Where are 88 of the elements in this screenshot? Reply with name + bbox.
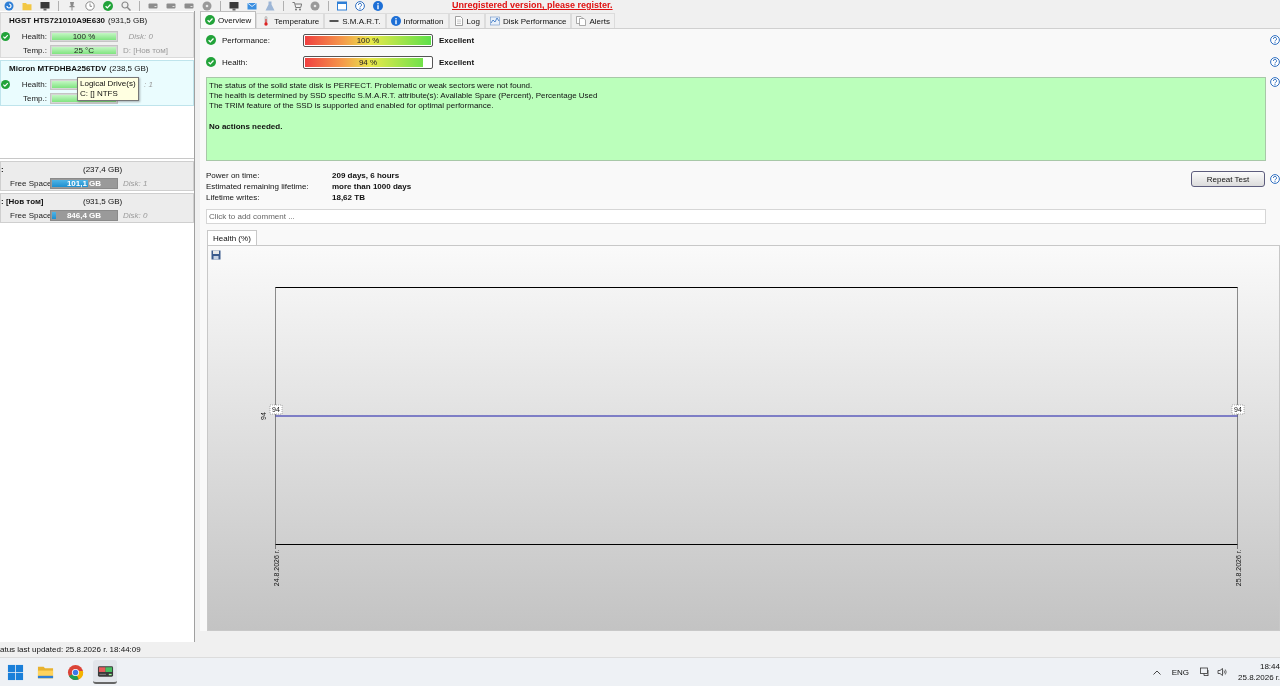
- info-icon: [390, 16, 401, 26]
- status-text: The TRIM feature of the SSD is supported and enabled for optimal performance.: [209, 101, 495, 111]
- disc-icon[interactable]: [202, 0, 212, 11]
- clock-time[interactable]: 18:44: [1259, 661, 1280, 672]
- detail-label: Lifetime writes:: [206, 192, 261, 203]
- check-icon: [1, 79, 10, 89]
- detail-label: Estimated remaining lifetime:: [206, 181, 310, 192]
- drive-letter: D: [Нов том]: [123, 45, 168, 55]
- tab[interactable]: Overview: [200, 11, 257, 28]
- free-space-value: 101,1 GB: [65, 178, 103, 188]
- disc-icon[interactable]: [310, 0, 320, 11]
- check-icon[interactable]: [103, 0, 113, 11]
- documents-icon: [576, 16, 587, 26]
- monitor-icon[interactable]: [1200, 667, 1210, 677]
- drive-size: (931,5 GB): [83, 196, 123, 208]
- rating-label: Health:: [222, 57, 249, 67]
- chart-icon: [489, 16, 500, 26]
- tab[interactable]: Temperature: [256, 13, 325, 28]
- rating-percent: 100 %: [355, 34, 381, 46]
- disk-size: (931,5 GB): [108, 16, 148, 25]
- rating-percent: 94 %: [357, 56, 379, 68]
- chevron-up-icon[interactable]: [1152, 669, 1161, 675]
- language-indicator[interactable]: ENG: [1171, 667, 1189, 677]
- save-icon[interactable]: [211, 250, 221, 260]
- browser-icon: [66, 663, 84, 681]
- rating-text: Excellent: [439, 57, 475, 67]
- check-icon: [206, 57, 216, 67]
- detail-value: 18,62 TB: [332, 192, 366, 203]
- info-icon[interactable]: [373, 0, 383, 11]
- disk-name: HGST HTS721010A9E630: [9, 16, 106, 25]
- help-icon[interactable]: [1270, 57, 1280, 67]
- rating-label: Performance:: [222, 35, 272, 45]
- conclusion-text: No actions needed.: [209, 122, 284, 132]
- tooltip-text: C: [] NTFS: [80, 89, 119, 99]
- rating-text: Excellent: [439, 35, 475, 45]
- check-icon: [206, 35, 216, 45]
- help-icon[interactable]: [355, 0, 365, 11]
- clock-date[interactable]: 25.8.2026 г.: [1238, 672, 1280, 683]
- taskbar-button[interactable]: [93, 660, 117, 684]
- check-icon: [205, 15, 215, 25]
- tooltip-text: Logical Drive(s): [80, 79, 136, 89]
- mail-icon[interactable]: [247, 0, 257, 11]
- monitor-icon[interactable]: [40, 0, 50, 11]
- repeat-test-button[interactable]: Repeat Test: [1191, 171, 1265, 187]
- detail-value: more than 1000 days: [332, 181, 412, 192]
- drive-name: : [Нов том]: [1, 196, 45, 208]
- disk-number: Disk: 1: [123, 178, 148, 188]
- monitor-icon[interactable]: [229, 0, 239, 11]
- status-text: The status of the solid state disk is PERFECT. Problematic or weak sectors were not found.: [209, 81, 534, 91]
- window-icon[interactable]: [337, 0, 347, 11]
- health-label: Health:: [20, 31, 47, 41]
- logical-drive-card[interactable]: : (237,4 GB) Free Space 101,1 GB Disk: 1: [0, 161, 194, 191]
- search-icon[interactable]: [121, 0, 131, 11]
- help-icon[interactable]: [1270, 77, 1280, 87]
- temp-label: Temp.:: [22, 45, 47, 55]
- tab[interactable]: Disk Performance: [484, 13, 572, 28]
- tab[interactable]: Log: [448, 13, 485, 28]
- tab[interactable]: Information: [385, 13, 449, 28]
- register-link[interactable]: Unregistered version, please register.: [452, 0, 613, 11]
- temperature-value: 25 °C: [72, 45, 96, 55]
- disk-card[interactable]: HGST HTS721010A9E630 (931,5 GB) Health: 100 % Disk: 0 Temp.: 25 °C D: [Нов том]: [0, 12, 194, 58]
- help-icon[interactable]: [1270, 35, 1280, 45]
- check-icon: [1, 31, 10, 41]
- free-space-value: 846,4 GB: [65, 210, 103, 220]
- detail-label: Power on time:: [206, 170, 261, 181]
- disk-name: Micron MTFDHBA256TDV: [9, 64, 107, 73]
- cart-icon[interactable]: [292, 0, 302, 11]
- comment-field[interactable]: Click to add comment ...: [206, 209, 1266, 224]
- refresh-icon[interactable]: [4, 0, 14, 11]
- temp-label: Temp.:: [22, 93, 47, 103]
- document-icon: [453, 16, 464, 26]
- clock-icon[interactable]: [85, 0, 95, 11]
- disk-number: Disk: 0: [127, 31, 153, 41]
- tab[interactable]: S.M.A.R.T.: [324, 13, 386, 28]
- drive-name: :: [1, 164, 5, 176]
- speaker-icon[interactable]: [1217, 667, 1227, 677]
- health-value: 100 %: [71, 31, 97, 41]
- status-text: atus last updated: 25.8.2026 г. 18:44:09: [0, 645, 141, 654]
- disk-size: (238,5 GB): [109, 64, 149, 73]
- tab[interactable]: Alerts: [571, 13, 615, 28]
- start-icon: [6, 663, 24, 681]
- detail-value: 209 days, 6 hours: [332, 170, 401, 181]
- help-icon[interactable]: [1270, 174, 1280, 184]
- drive-size: (237,4 GB): [83, 164, 123, 176]
- status-text: The health is determined by SSD specific S.M.A.R.T. attribute(s): Available Spare (Percent), Percentage Used: [209, 91, 599, 101]
- chart-tab[interactable]: Health (%): [207, 230, 257, 245]
- pin-icon[interactable]: [67, 0, 77, 11]
- health-label: Health:: [20, 79, 47, 89]
